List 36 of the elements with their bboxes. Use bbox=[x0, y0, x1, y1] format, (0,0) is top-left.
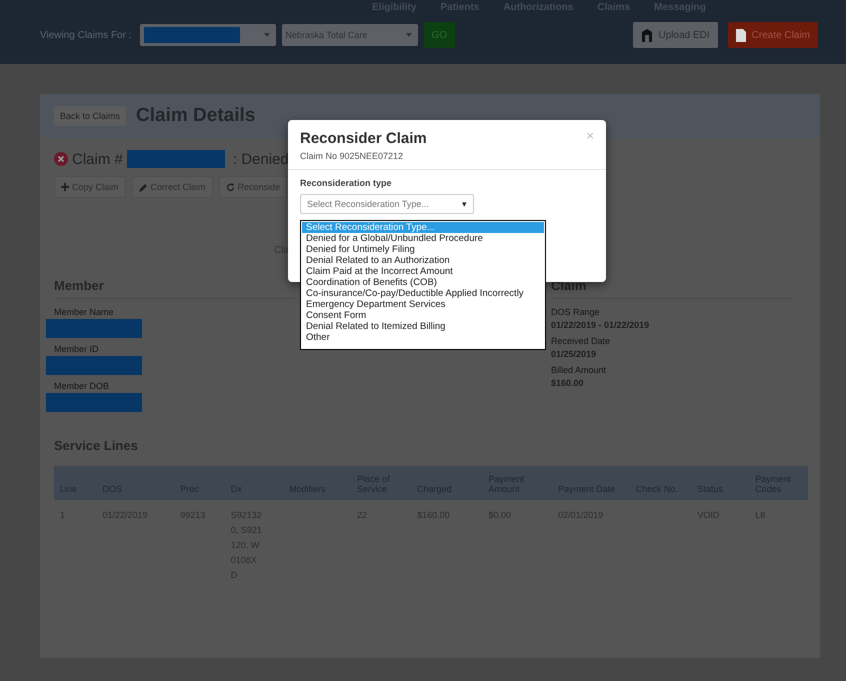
close-button[interactable]: × bbox=[584, 128, 596, 143]
dropdown-option[interactable]: Consent Form bbox=[302, 310, 544, 321]
dropdown-option[interactable]: Denied for Untimely Filing bbox=[302, 244, 544, 255]
dropdown-option[interactable]: Denial Related to Itemized Billing bbox=[302, 321, 544, 332]
dropdown-option[interactable]: Select Reconsideration Type... bbox=[302, 222, 544, 233]
dropdown-option[interactable]: Denied for a Global/Unbundled Procedure bbox=[302, 233, 544, 244]
viewing-label: Viewing Claims For : bbox=[40, 30, 132, 40]
back-button[interactable]: Back to Claims bbox=[54, 106, 126, 126]
field-label: Reconsideration type bbox=[300, 178, 393, 188]
create-claim-button[interactable]: Create Claim bbox=[728, 22, 818, 48]
dropdown-option[interactable]: Coordination of Benefits (COB) bbox=[302, 277, 544, 288]
refresh-icon bbox=[226, 182, 235, 192]
caret-icon bbox=[264, 33, 270, 37]
dropdown-option[interactable]: Claim Paid at the Incorrect Amount bbox=[302, 266, 544, 277]
field-label: DOS Range bbox=[551, 307, 601, 317]
dropdown-option[interactable]: Other bbox=[302, 332, 544, 343]
reconsideration-select[interactable]: Select Reconsideration Type... ▾ bbox=[300, 194, 474, 214]
field-label: Member DOB bbox=[54, 381, 110, 391]
field-label: Received Date bbox=[551, 336, 612, 346]
field-label: Billed Amount bbox=[551, 365, 608, 375]
provider-select[interactable] bbox=[140, 24, 276, 46]
field-value: 01/22/2019 - 01/22/2019 bbox=[551, 320, 650, 330]
field-value: $160.00 bbox=[551, 378, 585, 388]
dropdown-option[interactable]: Denial Related to an Authorization bbox=[302, 255, 544, 266]
dropdown-option[interactable]: Emergency Department Services bbox=[302, 299, 544, 310]
field-label: Member Name bbox=[54, 307, 115, 317]
field-label: Member ID bbox=[54, 344, 100, 354]
plus-icon bbox=[61, 183, 69, 191]
claim-number: Claim No 9025NEE07212 bbox=[300, 151, 404, 161]
field-value: 01/25/2019 bbox=[551, 349, 598, 359]
pencil-icon bbox=[138, 182, 148, 192]
error-icon bbox=[54, 152, 68, 166]
dropdown-option[interactable]: Co-insurance/Co-pay/Deductible Applied Incorrectly bbox=[302, 288, 544, 299]
document-icon bbox=[736, 28, 746, 42]
dialog-title: Reconsider Claim bbox=[300, 130, 427, 147]
caret-icon bbox=[406, 33, 412, 37]
